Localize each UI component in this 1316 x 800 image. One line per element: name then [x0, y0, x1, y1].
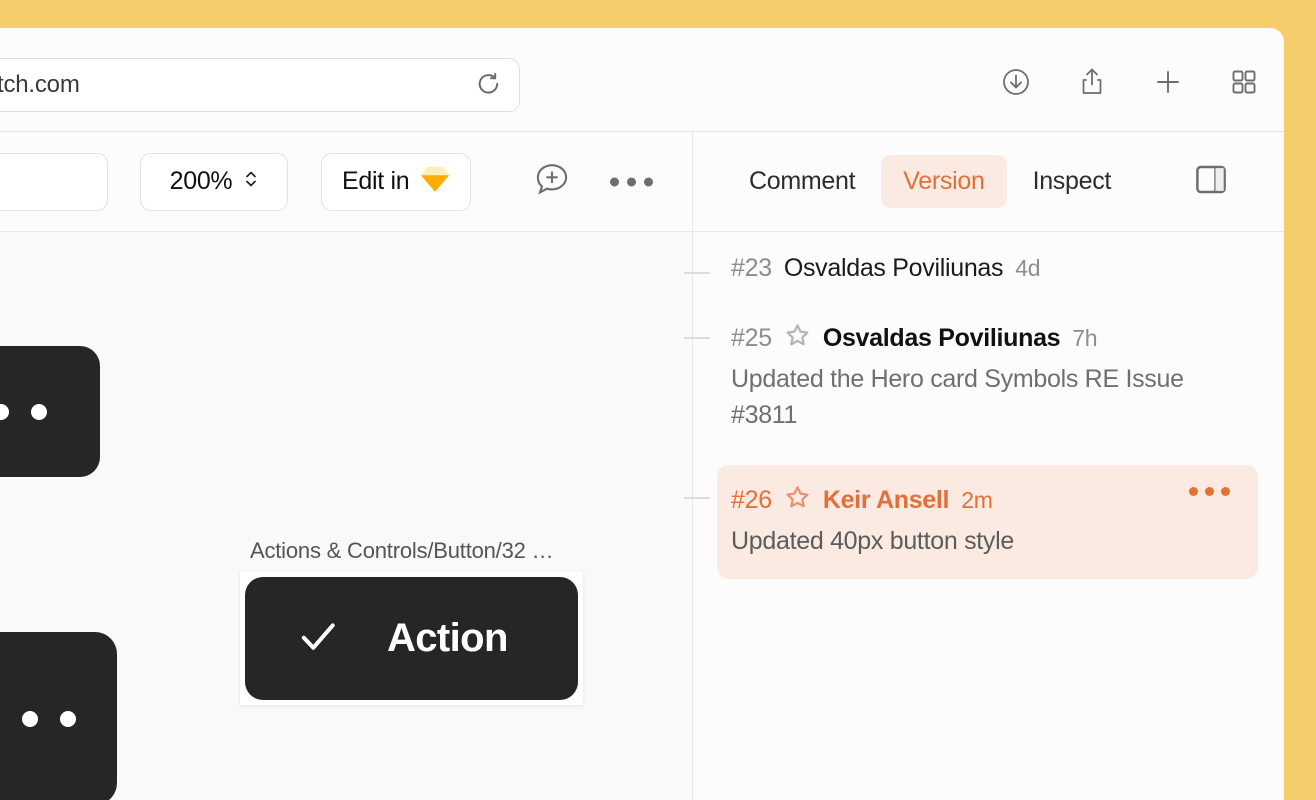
new-tab-icon[interactable]: [1152, 66, 1184, 98]
sidebar-toggle-icon[interactable]: [1194, 162, 1228, 201]
edit-in-sketch-button[interactable]: Edit in: [321, 153, 471, 211]
dot: [1221, 487, 1230, 496]
app-toolbar-right: Comment Version Inspect: [693, 132, 1284, 231]
address-bar-url: tch.com: [0, 71, 475, 99]
dot: [22, 711, 38, 727]
design-canvas[interactable]: Actions & Controls/Button/32 … Action: [0, 232, 693, 800]
tab-overview-icon[interactable]: [1228, 66, 1260, 98]
version-description: Updated the Hero card Symbols RE Issue #…: [731, 361, 1246, 433]
sketch-diamond-icon: [420, 165, 450, 198]
version-number: #23: [731, 254, 772, 283]
tab-version[interactable]: Version: [881, 155, 1006, 208]
timeline-tick: [684, 337, 710, 339]
version-row-25[interactable]: #25 Osvaldas Poviliunas 7h Updated the H…: [693, 319, 1284, 433]
version-header: #26 Keir Ansell 2m: [731, 481, 1236, 515]
dot: [610, 177, 619, 186]
version-row-26[interactable]: #26 Keir Ansell 2m Updated 40px button s…: [717, 465, 1258, 579]
version-history-panel: #23 Osvaldas Poviliunas 4d #25: [693, 232, 1284, 800]
version-time: 7h: [1072, 325, 1097, 352]
chevron-updown-icon: [244, 168, 258, 195]
share-icon[interactable]: [1076, 66, 1108, 98]
tab-inspect[interactable]: Inspect: [1011, 155, 1134, 208]
artboard-label-1: Actions & Controls/Button/32 …: [250, 538, 553, 564]
version-time: 2m: [961, 487, 992, 514]
app-toolbar: ds 200% Edit in: [0, 132, 1284, 232]
workspace: Actions & Controls/Button/32 … Action: [0, 232, 1284, 800]
version-header: #25 Osvaldas Poviliunas 7h: [731, 319, 1250, 353]
zoom-stepper[interactable]: 200%: [140, 153, 288, 211]
dot: [0, 404, 9, 420]
panel-tabs: Comment Version Inspect: [727, 155, 1133, 208]
version-row-menu-icon[interactable]: [1189, 487, 1230, 496]
address-bar[interactable]: tch.com: [0, 58, 520, 112]
search-input[interactable]: ds: [0, 153, 108, 211]
browser-window: tch.com: [0, 28, 1284, 800]
reload-icon[interactable]: [475, 71, 503, 99]
browser-toolbar: tch.com: [0, 28, 1284, 132]
action-button-1[interactable]: Action: [245, 577, 578, 700]
version-author: Keir Ansell: [823, 486, 949, 515]
version-number: #26: [731, 486, 772, 515]
version-time: 4d: [1015, 255, 1040, 282]
version-number: #25: [731, 324, 772, 353]
star-icon[interactable]: [784, 322, 811, 354]
star-icon[interactable]: [784, 484, 811, 516]
screen: tch.com: [0, 0, 1316, 800]
tab-comment[interactable]: Comment: [727, 155, 877, 208]
dot: [31, 404, 47, 420]
dot: [1189, 487, 1198, 496]
dot: [627, 177, 636, 186]
check-icon: [298, 616, 338, 661]
version-description: Updated 40px button style: [731, 523, 1236, 559]
downloads-icon[interactable]: [1000, 66, 1032, 98]
version-author: Osvaldas Poviliunas: [784, 254, 1003, 283]
dot: [644, 177, 653, 186]
dot: [1205, 487, 1214, 496]
timeline-tick: [684, 497, 710, 499]
version-author: Osvaldas Poviliunas: [823, 324, 1060, 353]
version-row-23[interactable]: #23 Osvaldas Poviliunas 4d: [693, 254, 1284, 283]
action-button-label-1: Action: [387, 616, 508, 661]
version-header: #23 Osvaldas Poviliunas 4d: [731, 254, 1250, 283]
zoom-level-value: 200%: [170, 167, 233, 196]
ellipsis-button-bottom[interactable]: [0, 632, 117, 800]
more-horizontal-icon[interactable]: [610, 177, 653, 186]
add-comment-icon[interactable]: [532, 159, 572, 204]
edit-in-sketch-label: Edit in: [342, 167, 409, 196]
ellipsis-button-top[interactable]: [0, 346, 100, 477]
dot: [60, 711, 76, 727]
app-toolbar-left: ds 200% Edit in: [0, 132, 693, 231]
timeline-tick: [684, 272, 710, 274]
browser-action-icons: [1000, 66, 1260, 98]
